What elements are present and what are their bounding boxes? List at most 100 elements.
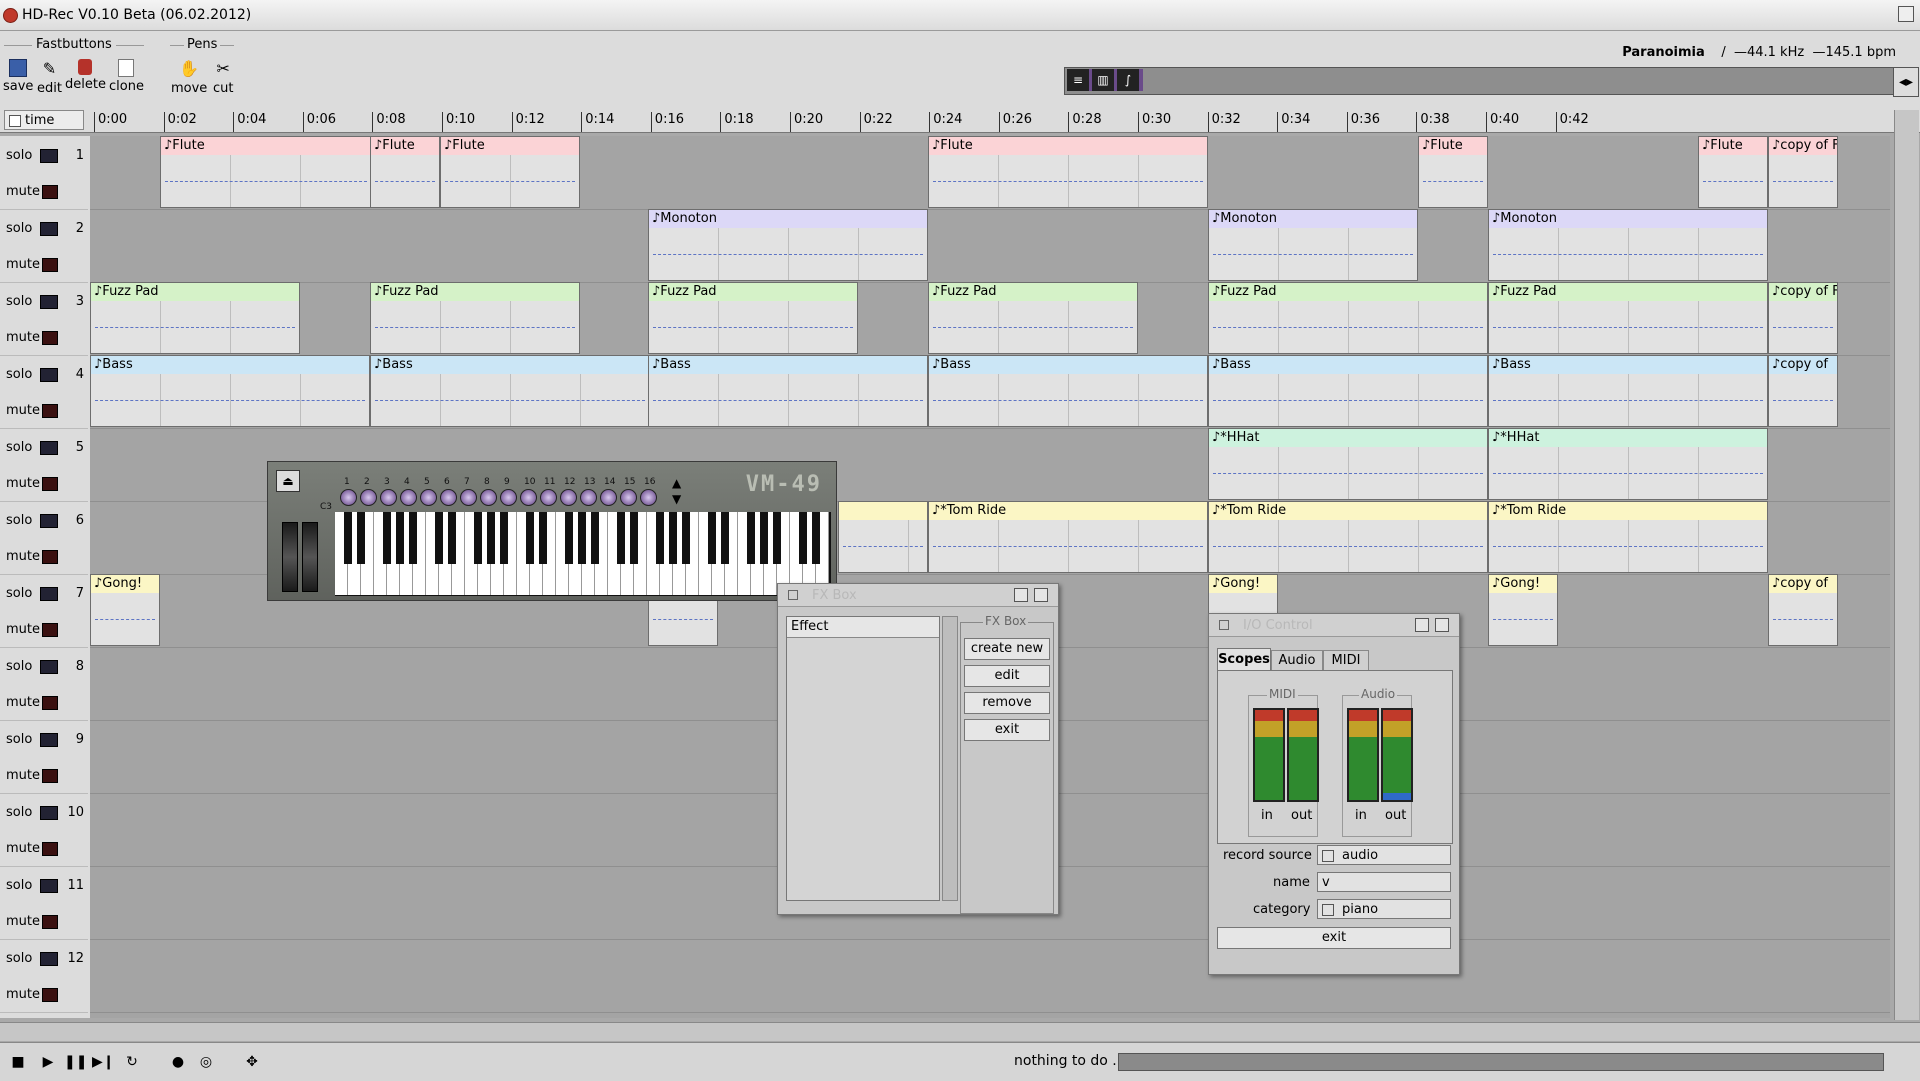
black-key[interactable] bbox=[357, 512, 365, 564]
knob[interactable] bbox=[600, 489, 617, 506]
record-icon[interactable] bbox=[42, 915, 58, 929]
solo-button[interactable]: solo bbox=[6, 805, 32, 820]
mute-button[interactable]: mute bbox=[6, 476, 40, 491]
window-menu-icon[interactable] bbox=[788, 590, 798, 600]
solo-button[interactable]: solo bbox=[6, 878, 32, 893]
mute-button[interactable]: mute bbox=[6, 768, 40, 783]
black-key[interactable] bbox=[682, 512, 690, 564]
audio-clip[interactable]: ♪*Tom Ride bbox=[1208, 501, 1488, 573]
mute-button[interactable]: mute bbox=[6, 841, 40, 856]
monitor-icon[interactable] bbox=[40, 222, 58, 236]
audio-clip[interactable]: ♪Flute bbox=[1698, 136, 1768, 208]
knob[interactable] bbox=[480, 489, 497, 506]
black-key[interactable] bbox=[500, 512, 508, 564]
move-cross-icon[interactable]: ✥ bbox=[242, 1052, 262, 1072]
mute-button[interactable]: mute bbox=[6, 403, 40, 418]
fx-box-titlebar[interactable]: FX Box bbox=[778, 584, 1058, 607]
maximize-icon[interactable] bbox=[1034, 588, 1048, 602]
black-key[interactable] bbox=[708, 512, 716, 564]
restore-icon[interactable] bbox=[1014, 588, 1028, 602]
loop-icon[interactable]: ↻ bbox=[122, 1052, 142, 1072]
audio-clip[interactable]: ♪Flute bbox=[370, 136, 440, 208]
monitor-icon[interactable] bbox=[40, 952, 58, 966]
mute-button[interactable]: mute bbox=[6, 695, 40, 710]
knob[interactable] bbox=[360, 489, 377, 506]
audio-clip[interactable]: ♪Monoton bbox=[1488, 209, 1768, 281]
io-control-titlebar[interactable]: I/O Control bbox=[1209, 614, 1459, 637]
edit-button[interactable]: ✎ edit bbox=[37, 59, 62, 96]
record-icon[interactable] bbox=[42, 623, 58, 637]
black-key[interactable] bbox=[526, 512, 534, 564]
mute-button[interactable]: mute bbox=[6, 184, 40, 199]
maximize-icon[interactable] bbox=[1435, 618, 1449, 632]
solo-button[interactable]: solo bbox=[6, 951, 32, 966]
restore-icon[interactable] bbox=[1415, 618, 1429, 632]
category-select[interactable]: piano bbox=[1317, 899, 1451, 919]
audio-clip[interactable]: ♪Bass bbox=[90, 355, 370, 427]
knob[interactable] bbox=[540, 489, 557, 506]
monitor-icon[interactable] bbox=[40, 514, 58, 528]
audio-clip[interactable]: ♪Flute bbox=[928, 136, 1208, 208]
audio-clip[interactable]: ♪*HHat bbox=[1488, 428, 1768, 500]
skip-end-icon[interactable]: ▶❙ bbox=[92, 1052, 115, 1072]
remove-effect-button[interactable]: remove bbox=[964, 692, 1050, 714]
tab-audio[interactable]: Audio bbox=[1271, 650, 1323, 672]
monitor-icon[interactable] bbox=[40, 368, 58, 382]
cut-pen-button[interactable]: ✂ cut bbox=[213, 59, 233, 96]
solo-button[interactable]: solo bbox=[6, 586, 32, 601]
audio-clip[interactable]: ♪copy of F bbox=[1768, 282, 1838, 354]
play-icon[interactable]: ▶ bbox=[38, 1052, 58, 1072]
audio-clip[interactable]: ♪Flute bbox=[1418, 136, 1488, 208]
record-icon[interactable] bbox=[42, 769, 58, 783]
record-icon[interactable] bbox=[42, 696, 58, 710]
black-key[interactable] bbox=[474, 512, 482, 564]
mixer-icon[interactable]: ≡ bbox=[1067, 69, 1089, 91]
mute-button[interactable]: mute bbox=[6, 257, 40, 272]
move-pen-button[interactable]: ✋ move bbox=[171, 59, 207, 96]
mute-button[interactable]: mute bbox=[6, 987, 40, 1002]
tab-scopes[interactable]: Scopes bbox=[1217, 648, 1271, 671]
black-key[interactable] bbox=[448, 512, 456, 564]
audio-clip[interactable]: ♪Fuzz Pad bbox=[928, 282, 1138, 354]
io-exit-button[interactable]: exit bbox=[1217, 927, 1451, 949]
audio-clip[interactable]: ♪copy of bbox=[1768, 355, 1838, 427]
effect-list[interactable]: Effect bbox=[786, 616, 940, 901]
piano-keys[interactable] bbox=[335, 512, 831, 596]
record-icon[interactable] bbox=[42, 404, 58, 418]
mute-button[interactable]: mute bbox=[6, 622, 40, 637]
solo-button[interactable]: solo bbox=[6, 221, 32, 236]
knob[interactable] bbox=[440, 489, 457, 506]
audio-clip[interactable]: ♪Fuzz Pad bbox=[370, 282, 580, 354]
audio-clip[interactable]: ♪copy of F bbox=[1768, 136, 1838, 208]
monitor-icon[interactable] bbox=[40, 441, 58, 455]
black-key[interactable] bbox=[773, 512, 781, 564]
audio-clip[interactable]: ♪Gong! bbox=[1488, 574, 1558, 646]
monitor-icon[interactable] bbox=[40, 733, 58, 747]
black-key[interactable] bbox=[656, 512, 664, 564]
black-key[interactable] bbox=[812, 512, 820, 564]
audio-clip[interactable]: ♪copy of bbox=[1768, 574, 1838, 646]
solo-button[interactable]: solo bbox=[6, 294, 32, 309]
black-key[interactable] bbox=[435, 512, 443, 564]
black-key[interactable] bbox=[539, 512, 547, 564]
window-menu-icon[interactable] bbox=[1219, 620, 1229, 630]
solo-button[interactable]: solo bbox=[6, 367, 32, 382]
mute-button[interactable]: mute bbox=[6, 330, 40, 345]
record-icon[interactable] bbox=[42, 477, 58, 491]
audio-clip[interactable]: ♪Monoton bbox=[648, 209, 928, 281]
clone-button[interactable]: clone bbox=[109, 59, 144, 94]
black-key[interactable] bbox=[617, 512, 625, 564]
octave-up-icon[interactable]: ▲ bbox=[672, 476, 681, 490]
black-key[interactable] bbox=[760, 512, 768, 564]
piano-icon[interactable]: ▥ bbox=[1092, 69, 1114, 91]
effect-list-scrollbar[interactable] bbox=[942, 616, 958, 901]
record-icon[interactable] bbox=[42, 550, 58, 564]
monitor-icon[interactable] bbox=[40, 806, 58, 820]
black-key[interactable] bbox=[344, 512, 352, 564]
black-key[interactable] bbox=[747, 512, 755, 564]
black-key[interactable] bbox=[630, 512, 638, 564]
horizontal-scrollbar[interactable] bbox=[0, 1022, 1920, 1041]
monitor-icon[interactable] bbox=[40, 660, 58, 674]
virtual-keyboard[interactable]: ⏏ VM-49 1 2 3 4 5 6 7 8 9 10 11 12 13 14 15 16 ▲ ▼ C3 bbox=[267, 461, 837, 601]
monitor-icon[interactable] bbox=[40, 295, 58, 309]
